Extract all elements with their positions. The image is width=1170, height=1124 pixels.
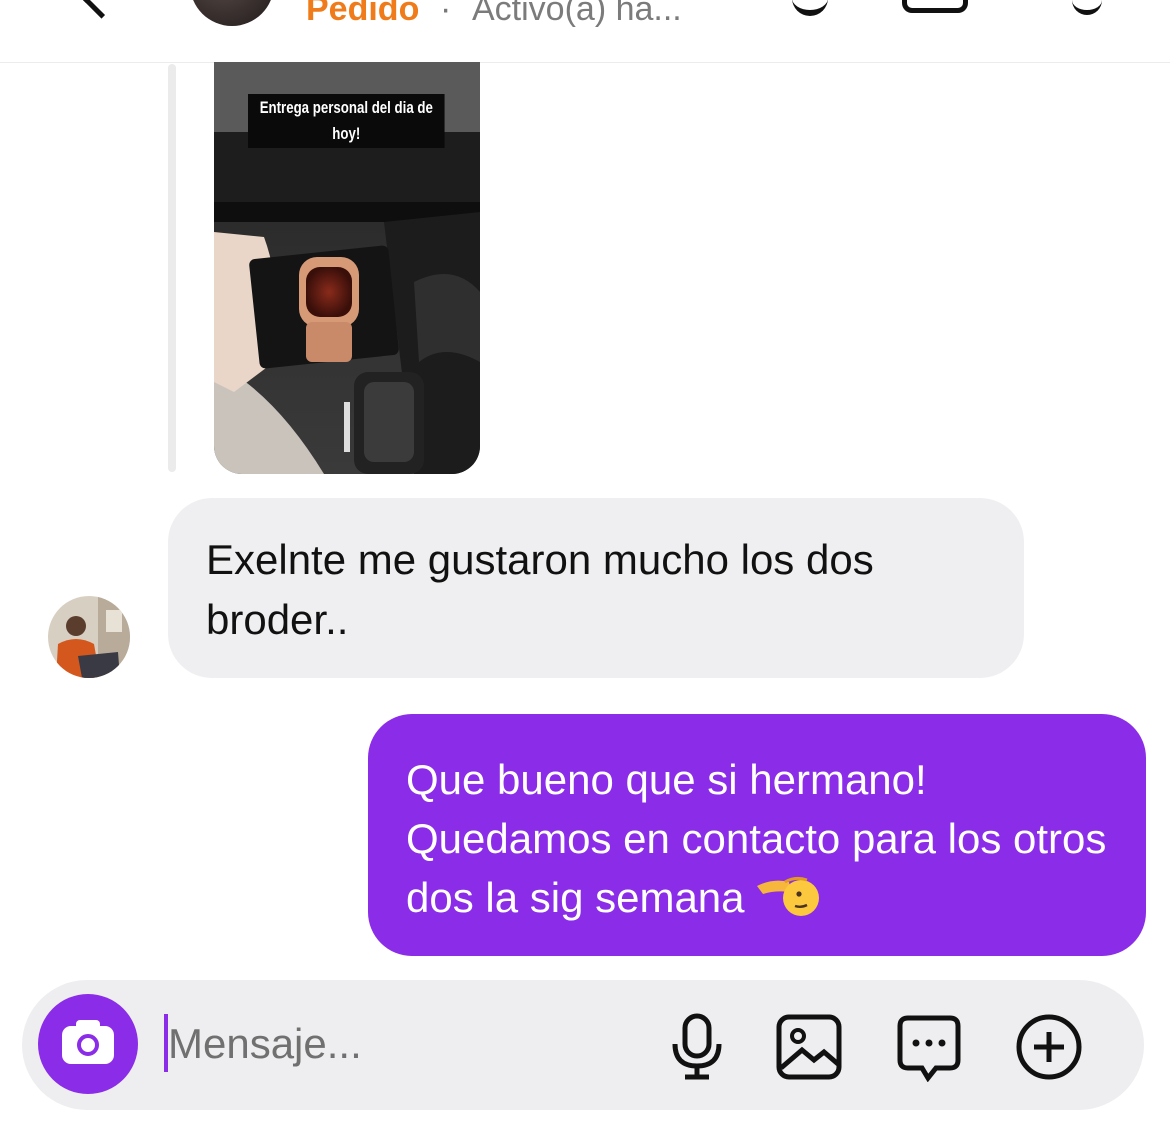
back-chevron-icon[interactable] [82, 0, 121, 19]
chat-header: Pedido · Activo(a) ha... [0, 0, 1170, 63]
header-avatar[interactable] [190, 0, 274, 26]
outgoing-message-text: Que bueno que si hermano! Quedamos en co… [406, 750, 1108, 933]
message-input[interactable] [168, 1012, 648, 1076]
sender-avatar[interactable] [48, 596, 130, 678]
story-reply-image[interactable]: Entrega personal del dia de hoy! [214, 62, 480, 474]
info-icon[interactable] [1072, 0, 1102, 15]
microphone-icon[interactable] [662, 1012, 732, 1082]
header-separator: · [440, 0, 452, 28]
sticker-chat-icon[interactable] [894, 1012, 964, 1083]
phone-call-icon[interactable] [792, 0, 828, 16]
story-reply-bar [168, 64, 176, 472]
incoming-message-text: Exelnte me gustaron mucho los dos broder… [206, 536, 874, 643]
header-contact-name[interactable]: Pedido [306, 0, 419, 29]
gallery-image-icon[interactable] [774, 1012, 844, 1082]
saluting-face-emoji-icon [755, 872, 819, 933]
story-caption: Entrega personal del dia de hoy! [248, 94, 445, 148]
incoming-message-bubble[interactable]: Exelnte me gustaron mucho los dos broder… [168, 498, 1024, 678]
camera-button[interactable] [38, 994, 138, 1094]
outgoing-message-bubble[interactable]: Que bueno que si hermano! Quedamos en co… [368, 714, 1146, 956]
video-call-icon[interactable] [902, 0, 968, 13]
header-active-status: Activo(a) ha... [472, 0, 682, 28]
add-plus-icon[interactable] [1014, 1012, 1084, 1082]
